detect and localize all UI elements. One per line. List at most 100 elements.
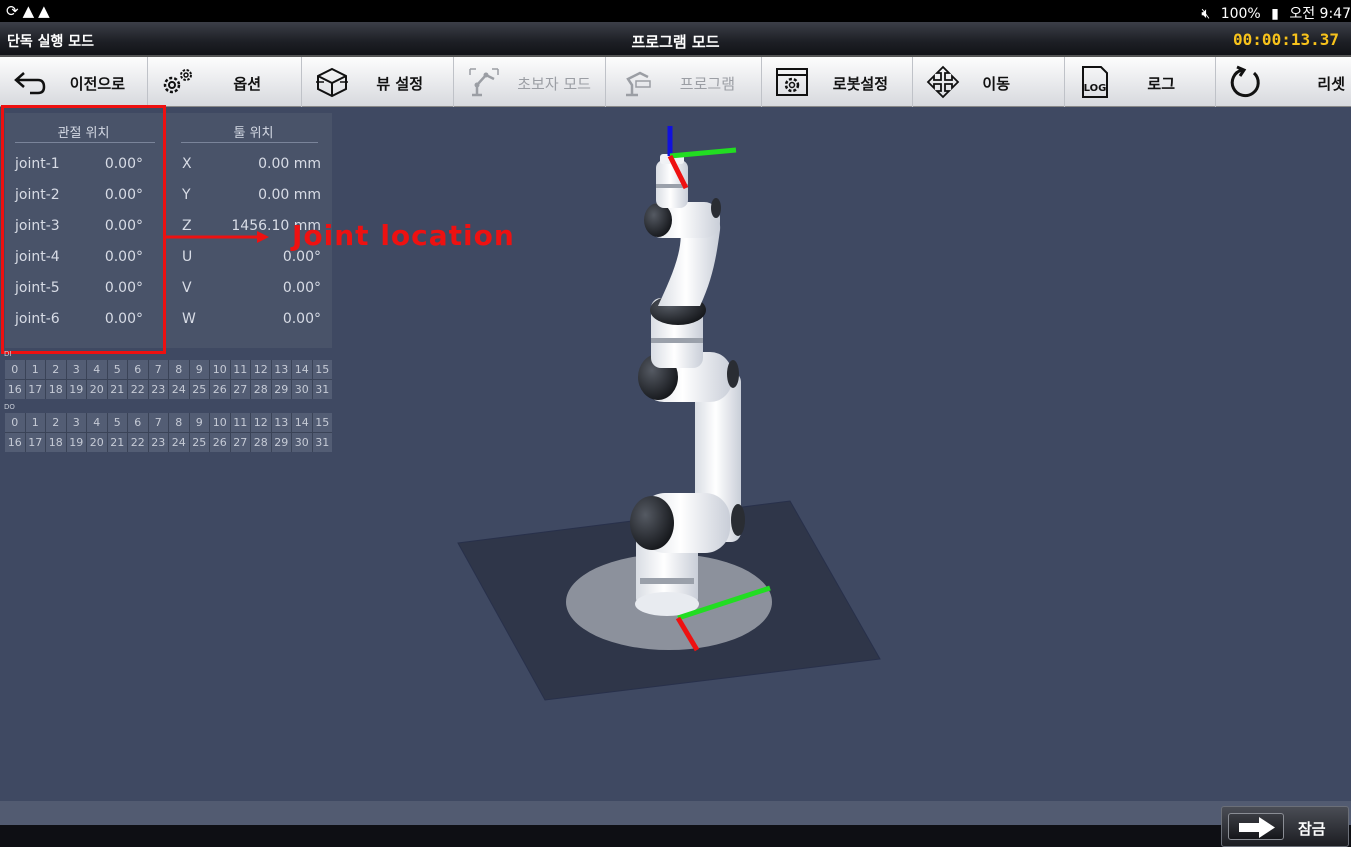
io-output-cell[interactable]: 17 bbox=[25, 433, 45, 452]
io-input-cell[interactable]: 11 bbox=[230, 360, 250, 379]
io-input-cell[interactable]: 27 bbox=[230, 380, 250, 399]
io-output-cell[interactable]: 28 bbox=[251, 433, 271, 452]
io-input-cell[interactable]: 6 bbox=[128, 360, 148, 379]
io-output-cell[interactable]: 1 bbox=[25, 413, 45, 432]
io-input-cell[interactable]: 5 bbox=[107, 360, 127, 379]
io-input-cell[interactable]: 19 bbox=[66, 380, 86, 399]
view-settings-button[interactable]: 뷰 설정 bbox=[302, 57, 454, 107]
status-bar: ⟳▲▲ 🔇︎ 100% ▮ 오전 9:47 bbox=[0, 0, 1351, 22]
back-arrow-icon bbox=[14, 72, 46, 95]
io-output-cell[interactable]: 13 bbox=[271, 413, 291, 432]
io-input-cell[interactable]: 25 bbox=[189, 380, 209, 399]
cube-icon bbox=[316, 67, 348, 98]
io-input-cell[interactable]: 26 bbox=[210, 380, 230, 399]
reset-icon bbox=[1230, 65, 1260, 98]
io-output-cell[interactable]: 25 bbox=[189, 433, 209, 452]
io-output-cell[interactable]: 23 bbox=[148, 433, 168, 452]
tool-row: U 0.00° bbox=[182, 249, 321, 265]
io-input-cell[interactable]: 14 bbox=[292, 360, 312, 379]
io-output-cell[interactable]: 16 bbox=[5, 433, 25, 452]
io-output-cell[interactable]: 10 bbox=[210, 413, 230, 432]
io-output-cell[interactable]: 30 bbox=[292, 433, 312, 452]
io-input-cell[interactable]: 8 bbox=[169, 360, 189, 379]
io-output-cell[interactable]: 11 bbox=[230, 413, 250, 432]
io-output-cell[interactable]: 9 bbox=[189, 413, 209, 432]
io-input-cell[interactable]: 13 bbox=[271, 360, 291, 379]
beginner-mode-button[interactable]: 초보자 모드 bbox=[454, 57, 606, 107]
divider bbox=[181, 142, 318, 143]
io-output-cell[interactable]: 2 bbox=[46, 413, 66, 432]
status-right: 🔇︎ 100% ▮ 오전 9:47 bbox=[1195, 3, 1351, 23]
io-output-cell[interactable]: 22 bbox=[128, 433, 148, 452]
io-input-cell[interactable]: 20 bbox=[87, 380, 107, 399]
io-output-cell[interactable]: 26 bbox=[210, 433, 230, 452]
io-output-cell[interactable]: 5 bbox=[107, 413, 127, 432]
io-input-cell[interactable]: 9 bbox=[189, 360, 209, 379]
io-output-cell[interactable]: 27 bbox=[230, 433, 250, 452]
io-output-cell[interactable]: 18 bbox=[46, 433, 66, 452]
elapsed-timer: 00:00:13.37 bbox=[1233, 30, 1339, 49]
move-button[interactable]: 이동 bbox=[913, 57, 1065, 107]
io-input-cell[interactable]: 4 bbox=[87, 360, 107, 379]
options-button[interactable]: 옵션 bbox=[148, 57, 302, 107]
io-input-cell[interactable]: 10 bbox=[210, 360, 230, 379]
io-input-cell[interactable]: 21 bbox=[107, 380, 127, 399]
io-output-cell[interactable]: 21 bbox=[107, 433, 127, 452]
robot-3d-viewport[interactable] bbox=[340, 110, 1040, 710]
tool-position-header: 툴 위치 bbox=[233, 126, 274, 141]
arrow-right-icon bbox=[1228, 813, 1284, 840]
tool-row: X 0.00 mm bbox=[182, 156, 321, 172]
io-output-cell[interactable]: 0 bbox=[5, 413, 25, 432]
back-button[interactable]: 이전으로 bbox=[0, 57, 148, 107]
io-input-cell[interactable]: 29 bbox=[271, 380, 291, 399]
io-input-cell[interactable]: 30 bbox=[292, 380, 312, 399]
io-input-cell[interactable]: 31 bbox=[312, 380, 332, 399]
io-output-cell[interactable]: 7 bbox=[148, 413, 168, 432]
digital-output-tag: DO bbox=[4, 403, 15, 411]
io-input-cell[interactable]: 2 bbox=[46, 360, 66, 379]
robot-arm-icon bbox=[469, 68, 499, 97]
digital-input-grid: 0 1 2 3 4 5 6 7 8 9 10 11 12 13 14 15 16 17 18 19 20 21 22 23 24… bbox=[5, 360, 332, 399]
io-input-cell[interactable]: 0 bbox=[5, 360, 25, 379]
tool-row: W 0.00° bbox=[182, 311, 321, 327]
io-input-cell[interactable]: 18 bbox=[46, 380, 66, 399]
io-output-cell[interactable]: 14 bbox=[292, 413, 312, 432]
tool-row: Y 0.00 mm bbox=[182, 187, 321, 203]
warning-icon: ▲ bbox=[22, 2, 39, 20]
io-input-cell[interactable]: 22 bbox=[128, 380, 148, 399]
io-input-cell[interactable]: 24 bbox=[169, 380, 189, 399]
io-output-cell[interactable]: 19 bbox=[66, 433, 86, 452]
io-output-cell[interactable]: 8 bbox=[169, 413, 189, 432]
robot-settings-button[interactable]: 로봇설정 bbox=[762, 57, 913, 107]
log-button[interactable]: LOG 로그 bbox=[1065, 57, 1216, 107]
digital-input-tag: DI bbox=[4, 350, 12, 358]
program-button[interactable]: 프로그램 bbox=[606, 57, 762, 107]
io-output-cell[interactable]: 4 bbox=[87, 413, 107, 432]
gear-icon bbox=[163, 69, 192, 94]
log-file-icon: LOG bbox=[1082, 66, 1108, 98]
mute-icon: 🔇︎ bbox=[1201, 6, 1211, 22]
io-input-cell[interactable]: 7 bbox=[148, 360, 168, 379]
io-input-cell[interactable]: 23 bbox=[148, 380, 168, 399]
sync-icon: ⟳ bbox=[6, 2, 23, 20]
io-output-cell[interactable]: 15 bbox=[312, 413, 332, 432]
io-input-cell[interactable]: 28 bbox=[251, 380, 271, 399]
annotation-arrow-icon bbox=[165, 231, 269, 243]
io-output-cell[interactable]: 3 bbox=[66, 413, 86, 432]
io-output-cell[interactable]: 24 bbox=[169, 433, 189, 452]
io-input-cell[interactable]: 17 bbox=[25, 380, 45, 399]
io-output-cell[interactable]: 29 bbox=[271, 433, 291, 452]
io-input-cell[interactable]: 15 bbox=[312, 360, 332, 379]
reset-button[interactable]: 리셋 bbox=[1216, 57, 1351, 107]
tool-row: V 0.00° bbox=[182, 280, 321, 296]
io-input-cell[interactable]: 3 bbox=[66, 360, 86, 379]
io-output-cell[interactable]: 20 bbox=[87, 433, 107, 452]
page-title: 프로그램 모드 bbox=[631, 33, 720, 51]
io-output-cell[interactable]: 31 bbox=[312, 433, 332, 452]
lock-button[interactable]: 잠금 bbox=[1221, 806, 1349, 847]
io-input-cell[interactable]: 16 bbox=[5, 380, 25, 399]
io-input-cell[interactable]: 12 bbox=[251, 360, 271, 379]
io-input-cell[interactable]: 1 bbox=[25, 360, 45, 379]
io-output-cell[interactable]: 12 bbox=[251, 413, 271, 432]
io-output-cell[interactable]: 6 bbox=[128, 413, 148, 432]
